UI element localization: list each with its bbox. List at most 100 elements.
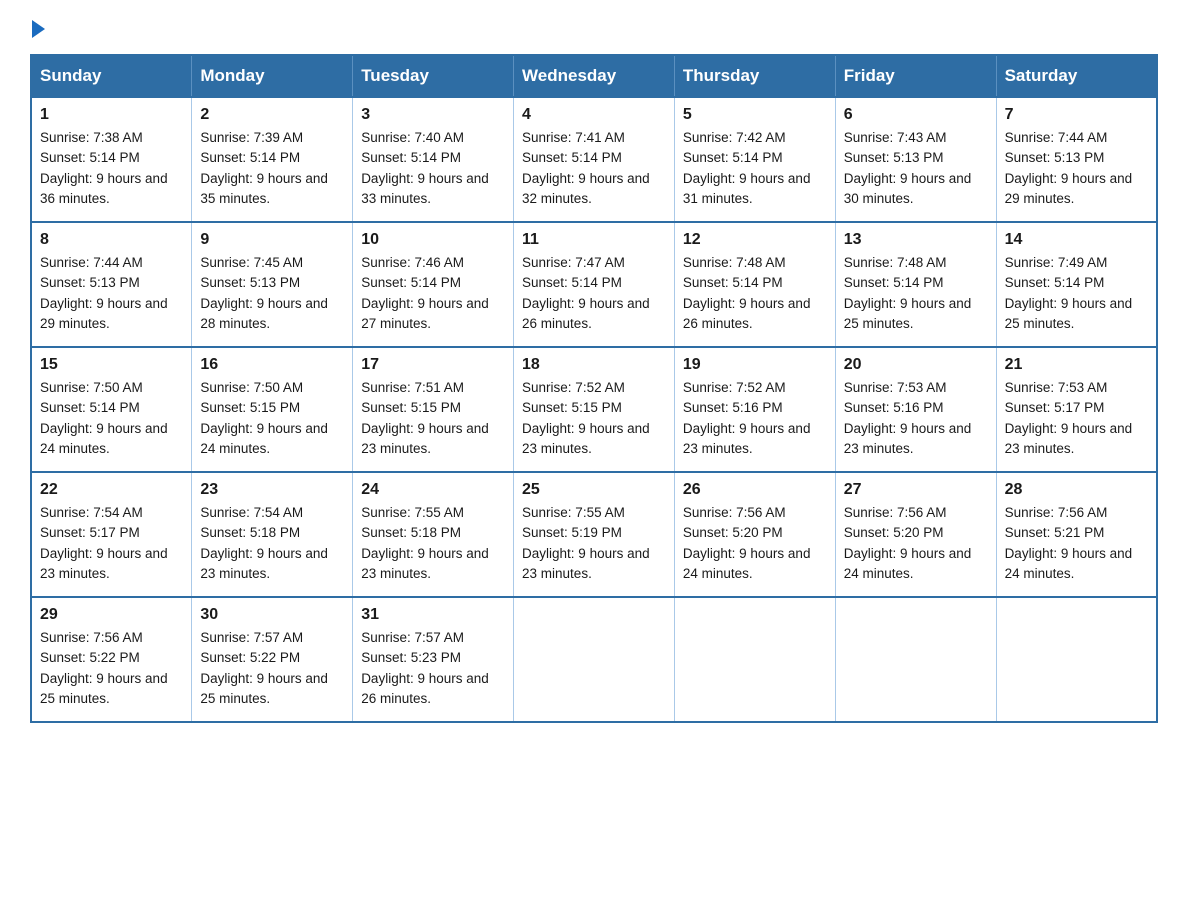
- calendar-header-row: SundayMondayTuesdayWednesdayThursdayFrid…: [31, 55, 1157, 97]
- daylight-label: Daylight: 9 hours and 24 minutes.: [200, 421, 328, 456]
- day-header-thursday: Thursday: [674, 55, 835, 97]
- sunrise-label: Sunrise: 7:38 AM: [40, 130, 143, 145]
- page-header: [30, 20, 1158, 38]
- sunrise-label: Sunrise: 7:53 AM: [1005, 380, 1108, 395]
- sunrise-label: Sunrise: 7:42 AM: [683, 130, 786, 145]
- day-info: Sunrise: 7:55 AM Sunset: 5:19 PM Dayligh…: [522, 503, 666, 584]
- sunset-label: Sunset: 5:22 PM: [40, 650, 140, 665]
- daylight-label: Daylight: 9 hours and 23 minutes.: [683, 421, 811, 456]
- day-info: Sunrise: 7:42 AM Sunset: 5:14 PM Dayligh…: [683, 128, 827, 209]
- calendar-cell: 14 Sunrise: 7:49 AM Sunset: 5:14 PM Dayl…: [996, 222, 1157, 347]
- sunrise-label: Sunrise: 7:43 AM: [844, 130, 947, 145]
- sunset-label: Sunset: 5:23 PM: [361, 650, 461, 665]
- calendar-cell: 23 Sunrise: 7:54 AM Sunset: 5:18 PM Dayl…: [192, 472, 353, 597]
- calendar-cell: 18 Sunrise: 7:52 AM Sunset: 5:15 PM Dayl…: [514, 347, 675, 472]
- daylight-label: Daylight: 9 hours and 27 minutes.: [361, 296, 489, 331]
- day-number: 24: [361, 481, 505, 499]
- calendar-cell: [835, 597, 996, 722]
- sunset-label: Sunset: 5:14 PM: [40, 150, 140, 165]
- calendar-cell: 10 Sunrise: 7:46 AM Sunset: 5:14 PM Dayl…: [353, 222, 514, 347]
- day-number: 4: [522, 106, 666, 124]
- sunrise-label: Sunrise: 7:49 AM: [1005, 255, 1108, 270]
- sunset-label: Sunset: 5:20 PM: [683, 525, 783, 540]
- sunset-label: Sunset: 5:14 PM: [522, 275, 622, 290]
- sunset-label: Sunset: 5:20 PM: [844, 525, 944, 540]
- daylight-label: Daylight: 9 hours and 24 minutes.: [683, 546, 811, 581]
- calendar-cell: [674, 597, 835, 722]
- day-number: 2: [200, 106, 344, 124]
- calendar-cell: 11 Sunrise: 7:47 AM Sunset: 5:14 PM Dayl…: [514, 222, 675, 347]
- daylight-label: Daylight: 9 hours and 26 minutes.: [522, 296, 650, 331]
- calendar-cell: 21 Sunrise: 7:53 AM Sunset: 5:17 PM Dayl…: [996, 347, 1157, 472]
- calendar-cell: 13 Sunrise: 7:48 AM Sunset: 5:14 PM Dayl…: [835, 222, 996, 347]
- sunrise-label: Sunrise: 7:56 AM: [40, 630, 143, 645]
- sunrise-label: Sunrise: 7:55 AM: [361, 505, 464, 520]
- daylight-label: Daylight: 9 hours and 29 minutes.: [40, 296, 168, 331]
- sunrise-label: Sunrise: 7:57 AM: [361, 630, 464, 645]
- day-number: 10: [361, 231, 505, 249]
- calendar-cell: 6 Sunrise: 7:43 AM Sunset: 5:13 PM Dayli…: [835, 97, 996, 222]
- day-header-monday: Monday: [192, 55, 353, 97]
- day-number: 30: [200, 606, 344, 624]
- day-info: Sunrise: 7:51 AM Sunset: 5:15 PM Dayligh…: [361, 378, 505, 459]
- daylight-label: Daylight: 9 hours and 25 minutes.: [1005, 296, 1133, 331]
- daylight-label: Daylight: 9 hours and 23 minutes.: [522, 546, 650, 581]
- calendar-week-row: 8 Sunrise: 7:44 AM Sunset: 5:13 PM Dayli…: [31, 222, 1157, 347]
- day-info: Sunrise: 7:53 AM Sunset: 5:17 PM Dayligh…: [1005, 378, 1148, 459]
- daylight-label: Daylight: 9 hours and 23 minutes.: [361, 421, 489, 456]
- sunrise-label: Sunrise: 7:54 AM: [40, 505, 143, 520]
- sunrise-label: Sunrise: 7:52 AM: [522, 380, 625, 395]
- daylight-label: Daylight: 9 hours and 23 minutes.: [1005, 421, 1133, 456]
- day-header-friday: Friday: [835, 55, 996, 97]
- calendar-cell: 24 Sunrise: 7:55 AM Sunset: 5:18 PM Dayl…: [353, 472, 514, 597]
- sunset-label: Sunset: 5:14 PM: [361, 275, 461, 290]
- day-number: 27: [844, 481, 988, 499]
- daylight-label: Daylight: 9 hours and 23 minutes.: [522, 421, 650, 456]
- day-number: 23: [200, 481, 344, 499]
- calendar-cell: 30 Sunrise: 7:57 AM Sunset: 5:22 PM Dayl…: [192, 597, 353, 722]
- sunrise-label: Sunrise: 7:56 AM: [844, 505, 947, 520]
- day-header-wednesday: Wednesday: [514, 55, 675, 97]
- calendar-cell: 29 Sunrise: 7:56 AM Sunset: 5:22 PM Dayl…: [31, 597, 192, 722]
- daylight-label: Daylight: 9 hours and 31 minutes.: [683, 171, 811, 206]
- sunrise-label: Sunrise: 7:51 AM: [361, 380, 464, 395]
- calendar-week-row: 1 Sunrise: 7:38 AM Sunset: 5:14 PM Dayli…: [31, 97, 1157, 222]
- daylight-label: Daylight: 9 hours and 23 minutes.: [361, 546, 489, 581]
- calendar-cell: 9 Sunrise: 7:45 AM Sunset: 5:13 PM Dayli…: [192, 222, 353, 347]
- calendar-cell: 20 Sunrise: 7:53 AM Sunset: 5:16 PM Dayl…: [835, 347, 996, 472]
- daylight-label: Daylight: 9 hours and 36 minutes.: [40, 171, 168, 206]
- sunrise-label: Sunrise: 7:56 AM: [1005, 505, 1108, 520]
- calendar-cell: 2 Sunrise: 7:39 AM Sunset: 5:14 PM Dayli…: [192, 97, 353, 222]
- day-number: 3: [361, 106, 505, 124]
- day-number: 1: [40, 106, 183, 124]
- day-number: 29: [40, 606, 183, 624]
- day-header-saturday: Saturday: [996, 55, 1157, 97]
- daylight-label: Daylight: 9 hours and 26 minutes.: [683, 296, 811, 331]
- day-info: Sunrise: 7:39 AM Sunset: 5:14 PM Dayligh…: [200, 128, 344, 209]
- sunset-label: Sunset: 5:14 PM: [40, 400, 140, 415]
- sunset-label: Sunset: 5:16 PM: [844, 400, 944, 415]
- sunrise-label: Sunrise: 7:39 AM: [200, 130, 303, 145]
- sunset-label: Sunset: 5:14 PM: [200, 150, 300, 165]
- day-info: Sunrise: 7:55 AM Sunset: 5:18 PM Dayligh…: [361, 503, 505, 584]
- logo: [30, 20, 45, 38]
- daylight-label: Daylight: 9 hours and 23 minutes.: [844, 421, 972, 456]
- daylight-label: Daylight: 9 hours and 28 minutes.: [200, 296, 328, 331]
- day-number: 13: [844, 231, 988, 249]
- day-number: 15: [40, 356, 183, 374]
- logo-triangle-icon: [32, 20, 45, 38]
- sunrise-label: Sunrise: 7:56 AM: [683, 505, 786, 520]
- sunset-label: Sunset: 5:14 PM: [683, 150, 783, 165]
- day-number: 18: [522, 356, 666, 374]
- calendar-cell: 3 Sunrise: 7:40 AM Sunset: 5:14 PM Dayli…: [353, 97, 514, 222]
- day-number: 26: [683, 481, 827, 499]
- day-info: Sunrise: 7:48 AM Sunset: 5:14 PM Dayligh…: [683, 253, 827, 334]
- calendar-cell: 25 Sunrise: 7:55 AM Sunset: 5:19 PM Dayl…: [514, 472, 675, 597]
- sunrise-label: Sunrise: 7:41 AM: [522, 130, 625, 145]
- calendar-cell: 19 Sunrise: 7:52 AM Sunset: 5:16 PM Dayl…: [674, 347, 835, 472]
- calendar-week-row: 29 Sunrise: 7:56 AM Sunset: 5:22 PM Dayl…: [31, 597, 1157, 722]
- daylight-label: Daylight: 9 hours and 29 minutes.: [1005, 171, 1133, 206]
- day-number: 7: [1005, 106, 1148, 124]
- day-info: Sunrise: 7:40 AM Sunset: 5:14 PM Dayligh…: [361, 128, 505, 209]
- daylight-label: Daylight: 9 hours and 23 minutes.: [200, 546, 328, 581]
